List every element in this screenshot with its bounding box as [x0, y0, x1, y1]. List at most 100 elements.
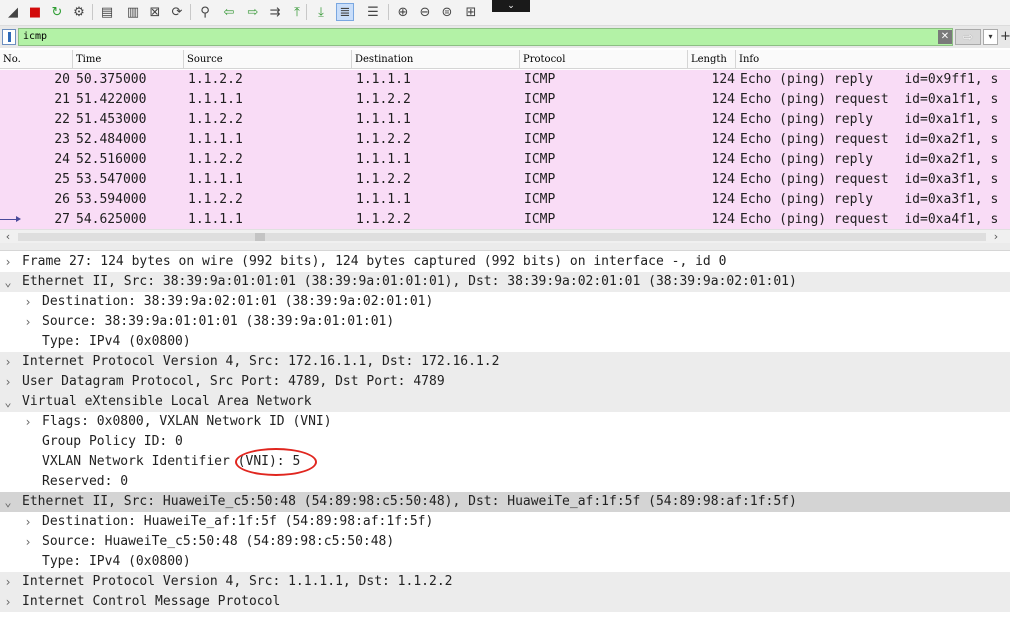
column-header-length[interactable]: Length — [688, 50, 736, 69]
restart-capture-icon: ↻ — [51, 4, 63, 20]
scrollbar-thumb[interactable] — [255, 233, 265, 241]
packet-row[interactable]: 24 52.516000 1.1.2.2 1.1.1.1 ICMP 124 Echo (pi… — [0, 150, 1010, 170]
detail-tree-row[interactable]: › Destination: 38:39:9a:02:01:01 (38:39:9… — [0, 292, 1010, 312]
expand-chevron-icon[interactable]: › — [2, 572, 14, 592]
column-header-destination[interactable]: Destination — [352, 50, 520, 69]
detail-tree-row[interactable]: › Internet Protocol Version 4, Src: 172.1… — [0, 352, 1010, 372]
shark-fin-start-button[interactable]: ◢ — [4, 3, 22, 21]
packet-cell-len: 124 — [711, 92, 735, 107]
packet-cell-no: 24 — [54, 152, 70, 167]
detail-tree-row[interactable]: VXLAN Network Identifier (VNI): 5 — [0, 452, 1010, 472]
detail-tree-row[interactable]: ⌄ Virtual eXtensible Local Area Network — [0, 392, 1010, 412]
zoom-out-button[interactable]: ⊖ — [416, 3, 434, 21]
restart-capture-button[interactable]: ↻ — [48, 3, 66, 21]
go-forward-button[interactable]: ⇨ — [244, 3, 262, 21]
packet-row[interactable]: 22 51.453000 1.1.2.2 1.1.1.1 ICMP 124 Echo (pi… — [0, 110, 1010, 130]
clear-filter-button[interactable]: ✕ — [938, 30, 952, 44]
detail-tree-row[interactable]: › Frame 27: 124 bytes on wire (992 bits),… — [0, 252, 1010, 272]
column-header-info[interactable]: Info — [736, 50, 1010, 69]
first-packet-button[interactable]: ⤒ — [288, 3, 306, 21]
packet-row[interactable]: 26 53.594000 1.1.2.2 1.1.1.1 ICMP 124 Echo (pi… — [0, 190, 1010, 210]
apply-filter-button[interactable]: ⇨ — [955, 29, 981, 45]
toolbar-overflow-button[interactable]: ⌄ — [492, 0, 530, 12]
auto-scroll-button[interactable]: ≣ — [336, 3, 354, 21]
go-to-packet-button[interactable]: ⇉ — [266, 3, 284, 21]
detail-tree-row[interactable]: › Internet Protocol Version 4, Src: 1.1.1… — [0, 572, 1010, 592]
expand-chevron-icon[interactable]: › — [22, 512, 34, 532]
zoom-in-button[interactable]: ⊕ — [394, 3, 412, 21]
detail-tree-label: Type: IPv4 (0x0800) — [42, 554, 191, 569]
detail-tree-label: Frame 27: 124 bytes on wire (992 bits), … — [22, 254, 727, 269]
detail-tree-row[interactable]: Type: IPv4 (0x0800) — [0, 552, 1010, 572]
detail-tree-label: Type: IPv4 (0x0800) — [42, 334, 191, 349]
expand-chevron-icon[interactable]: › — [22, 532, 34, 552]
packet-cell-time: 50.375000 — [76, 72, 147, 87]
expand-chevron-icon[interactable]: › — [2, 592, 14, 612]
scroll-left-icon[interactable]: ‹ — [2, 230, 14, 244]
zoom-normal-button[interactable]: ⊜ — [438, 3, 456, 21]
column-header-source[interactable]: Source — [184, 50, 352, 69]
packet-cell-time: 51.453000 — [76, 112, 147, 127]
packet-cell-len: 124 — [711, 112, 735, 127]
packet-cell-info: Echo (ping) request id=0xa2f1, s — [740, 132, 999, 147]
detail-tree-label: Internet Control Message Protocol — [22, 594, 281, 609]
detail-tree-row[interactable]: › Destination: HuaweiTe_af:1f:5f (54:89:9… — [0, 512, 1010, 532]
detail-tree-row[interactable]: › Source: 38:39:9a:01:01:01 (38:39:9a:01:… — [0, 312, 1010, 332]
detail-tree-row[interactable]: › Source: HuaweiTe_c5:50:48 (54:89:98:c5:… — [0, 532, 1010, 552]
reload-file-button[interactable]: ⟳ — [168, 3, 186, 21]
packet-row[interactable]: 27 54.625000 1.1.1.1 1.1.2.2 ICMP 124 Echo (pi… — [0, 210, 1010, 230]
column-header-time[interactable]: Time — [73, 50, 184, 69]
expand-chevron-icon[interactable]: › — [2, 352, 14, 372]
go-back-button[interactable]: ⇦ — [220, 3, 238, 21]
packet-cell-src: 1.1.1.1 — [188, 172, 243, 187]
add-filter-button[interactable]: + — [1000, 29, 1010, 45]
close-file-button[interactable]: ⊠ — [146, 3, 164, 21]
column-header-protocol[interactable]: Protocol — [520, 50, 688, 69]
expand-chevron-icon[interactable]: › — [22, 292, 34, 312]
column-header-no[interactable]: No. — [0, 50, 73, 69]
packet-cell-dst: 1.1.2.2 — [356, 92, 411, 107]
save-file-button[interactable]: ▥ — [124, 3, 142, 21]
detail-tree-label: Group Policy ID: 0 — [42, 434, 183, 449]
last-packet-button[interactable]: ⤓ — [312, 3, 330, 21]
scrollbar-track[interactable] — [18, 233, 986, 241]
expand-chevron-icon[interactable]: › — [22, 312, 34, 332]
packet-row[interactable]: 23 52.484000 1.1.1.1 1.1.2.2 ICMP 124 Echo (pi… — [0, 130, 1010, 150]
expand-chevron-icon[interactable]: › — [2, 252, 14, 272]
detail-tree-row[interactable]: ⌄ Ethernet II, Src: 38:39:9a:01:01:01 (38… — [0, 272, 1010, 292]
detail-tree-label: Source: 38:39:9a:01:01:01 (38:39:9a:01:0… — [42, 314, 395, 329]
display-filter-input[interactable]: icmp — [18, 28, 953, 46]
stop-capture-button[interactable]: ■ — [26, 3, 44, 21]
detail-tree-row[interactable]: Reserved: 0 — [0, 472, 1010, 492]
capture-options-button[interactable]: ⚙ — [70, 3, 88, 21]
recent-filters-dropdown[interactable]: ▾ — [983, 29, 998, 45]
detail-tree-row[interactable]: › User Datagram Protocol, Src Port: 4789,… — [0, 372, 1010, 392]
detail-tree-row[interactable]: › Flags: 0x0800, VXLAN Network ID (VNI) — [0, 412, 1010, 432]
pane-splitter[interactable] — [0, 243, 1010, 251]
collapse-chevron-icon[interactable]: ⌄ — [2, 392, 14, 412]
detail-tree-row[interactable]: Group Policy ID: 0 — [0, 432, 1010, 452]
auto-scroll-icon: ≣ — [339, 4, 351, 20]
packet-cell-src: 1.1.2.2 — [188, 112, 243, 127]
first-packet-icon: ⤒ — [294, 4, 300, 20]
detail-tree-row[interactable]: › Internet Control Message Protocol — [0, 592, 1010, 612]
zoom-normal-icon: ⊜ — [441, 4, 453, 20]
expand-chevron-icon[interactable]: › — [22, 412, 34, 432]
detail-tree-row[interactable]: ⌄ Ethernet II, Src: HuaweiTe_c5:50:48 (54… — [0, 492, 1010, 512]
colorize-button[interactable]: ☰ — [364, 3, 382, 21]
toolbar-separator — [190, 4, 191, 20]
find-packet-button[interactable]: ⚲ — [196, 3, 214, 21]
collapse-chevron-icon[interactable]: ⌄ — [2, 272, 14, 292]
filter-bookmark-button[interactable] — [2, 29, 16, 45]
resize-columns-button[interactable]: ⊞ — [462, 3, 480, 21]
packet-cell-src: 1.1.2.2 — [188, 152, 243, 167]
open-file-button[interactable]: ▤ — [98, 3, 116, 21]
scroll-right-icon[interactable]: › — [990, 230, 1002, 244]
expand-chevron-icon[interactable]: › — [2, 372, 14, 392]
packet-row[interactable]: 25 53.547000 1.1.1.1 1.1.2.2 ICMP 124 Echo (pi… — [0, 170, 1010, 190]
packet-list-horizontal-scrollbar[interactable]: ‹ › — [0, 229, 1010, 243]
packet-row[interactable]: 21 51.422000 1.1.1.1 1.1.2.2 ICMP 124 Echo (pi… — [0, 90, 1010, 110]
packet-row[interactable]: 20 50.375000 1.1.2.2 1.1.1.1 ICMP 124 Echo (pi… — [0, 70, 1010, 90]
detail-tree-row[interactable]: Type: IPv4 (0x0800) — [0, 332, 1010, 352]
collapse-chevron-icon[interactable]: ⌄ — [2, 492, 14, 512]
